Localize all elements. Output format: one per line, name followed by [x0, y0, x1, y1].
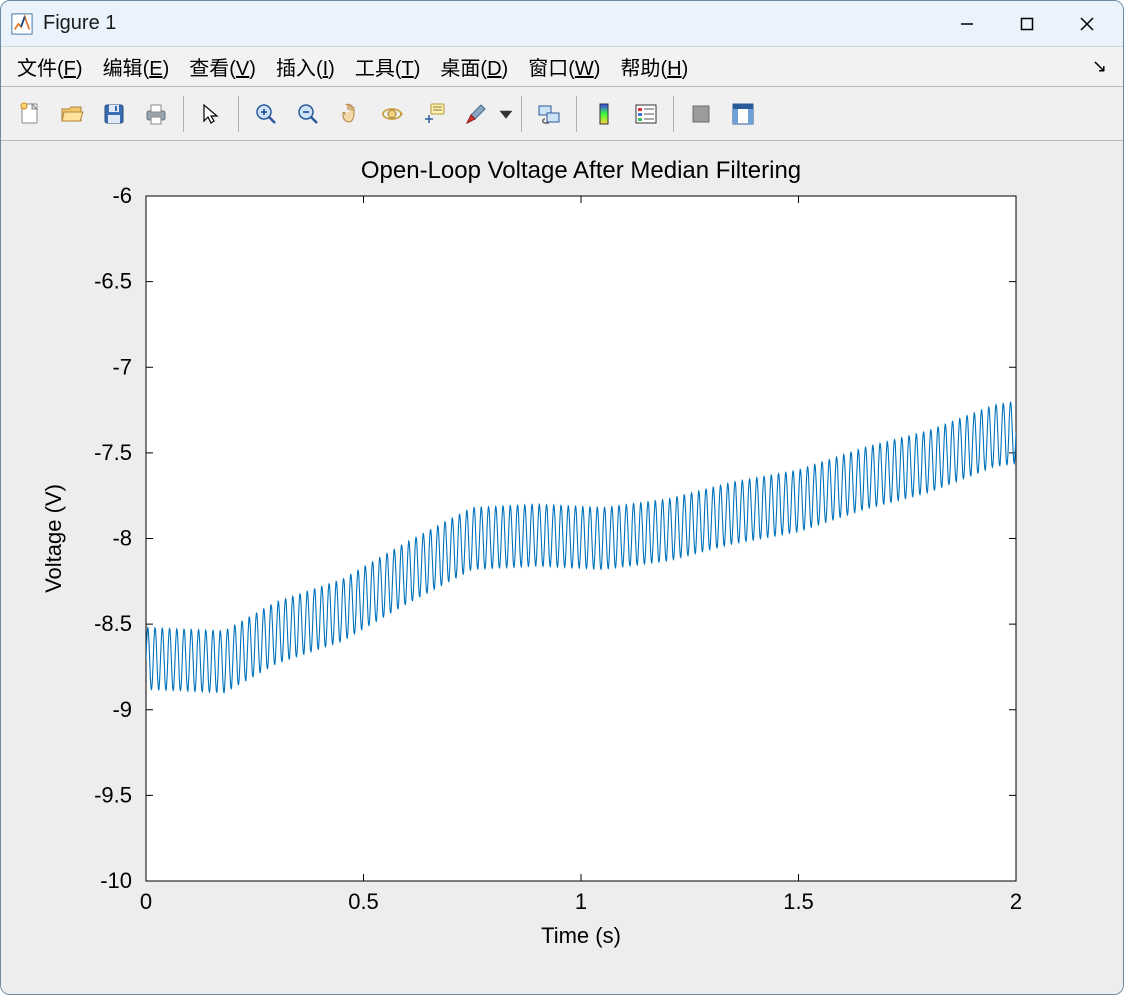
matlab-icon	[11, 13, 33, 35]
menubar: 文件(F) 编辑(E) 查看(V) 插入(I) 工具(T) 桌面(D) 窗口(W…	[1, 47, 1123, 87]
menu-window[interactable]: 窗口(W)	[518, 48, 610, 85]
menu-file[interactable]: 文件(F)	[7, 48, 93, 85]
window-title: Figure 1	[43, 12, 937, 35]
print-button[interactable]	[135, 94, 177, 134]
save-button[interactable]	[93, 94, 135, 134]
ytick-label: -9.5	[94, 782, 132, 807]
minimize-button[interactable]	[937, 4, 997, 44]
ytick-label: -7	[112, 354, 132, 379]
open-button[interactable]	[51, 94, 93, 134]
ylabel: Voltage (V)	[41, 484, 66, 593]
ytick-label: -9	[112, 697, 132, 722]
menu-insert[interactable]: 插入(I)	[266, 48, 345, 85]
menu-help[interactable]: 帮助(H)	[610, 48, 698, 85]
toolbar	[1, 87, 1123, 141]
zoom-out-button[interactable]	[287, 94, 329, 134]
xlabel: Time (s)	[541, 923, 621, 948]
menu-view[interactable]: 查看(V)	[179, 48, 266, 85]
chart-title: Open-Loop Voltage After Median Filtering	[361, 157, 801, 184]
edit-plot-button[interactable]	[190, 94, 232, 134]
axes[interactable]: 0 0.5 1 1.5 2 -10 -9.5 -9 -8.5 -8 -7.5 -7 -6.5 -6 Open…	[1, 141, 1123, 994]
rotate-3d-button[interactable]	[371, 94, 413, 134]
ytick-label: -6	[112, 183, 132, 208]
data-cursor-button[interactable]	[413, 94, 455, 134]
insert-legend-button[interactable]	[625, 94, 667, 134]
ytick-label: -6.5	[94, 269, 132, 294]
hide-plot-tools-button[interactable]	[680, 94, 722, 134]
titlebar[interactable]: Figure 1	[1, 1, 1123, 47]
brush-button[interactable]	[455, 94, 497, 134]
xtick-label: 1	[575, 889, 587, 914]
menu-desktop[interactable]: 桌面(D)	[430, 48, 518, 85]
show-plot-tools-button[interactable]	[722, 94, 764, 134]
ytick-label: -8.5	[94, 611, 132, 636]
menu-tools[interactable]: 工具(T)	[345, 48, 431, 85]
xtick-label: 0.5	[348, 889, 379, 914]
pan-button[interactable]	[329, 94, 371, 134]
insert-colorbar-button[interactable]	[583, 94, 625, 134]
menu-edit[interactable]: 编辑(E)	[93, 48, 180, 85]
axes-container[interactable]: 0 0.5 1 1.5 2 -10 -9.5 -9 -8.5 -8 -7.5 -7 -6.5 -6 Open…	[1, 141, 1123, 994]
xtick-label: 1.5	[783, 889, 814, 914]
ytick-label: -7.5	[94, 440, 132, 465]
link-plot-button[interactable]	[528, 94, 570, 134]
ytick-label: -8	[112, 526, 132, 551]
close-button[interactable]	[1057, 4, 1117, 44]
xtick-label: 2	[1010, 889, 1022, 914]
figure-window: Figure 1 文件(F) 编辑(E) 查看(V) 插入(I) 工具(T) 桌…	[0, 0, 1124, 995]
dock-arrow-icon[interactable]: ↘	[1092, 56, 1117, 77]
new-figure-button[interactable]	[9, 94, 51, 134]
zoom-in-button[interactable]	[245, 94, 287, 134]
ytick-label: -10	[100, 868, 132, 893]
brush-dropdown[interactable]	[497, 94, 515, 134]
maximize-button[interactable]	[997, 4, 1057, 44]
xtick-label: 0	[140, 889, 152, 914]
